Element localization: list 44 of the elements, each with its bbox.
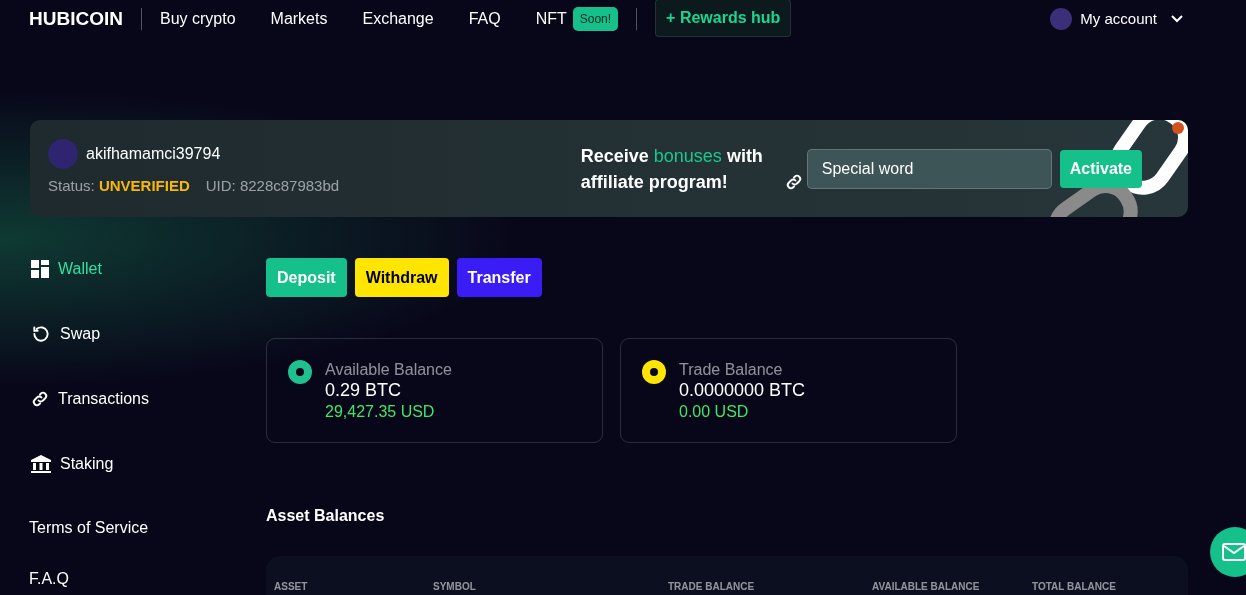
sidebar-item[interactable]: Transactions (31, 389, 266, 409)
chevron-down-icon (1171, 15, 1183, 23)
nav-link[interactable]: FAQ (468, 7, 501, 31)
avatar (1050, 8, 1073, 30)
balance-amount: 0.0000000 BTC (679, 380, 806, 401)
balance-label: Trade Balance (679, 360, 784, 380)
balance-label: Available Balance (325, 360, 452, 380)
username: akifhamamci39794 (86, 144, 221, 165)
sidebar-item[interactable]: Wallet (31, 259, 266, 279)
action-button[interactable]: Transfer (456, 258, 542, 297)
special-word-field[interactable]: Special word (806, 148, 1052, 189)
logo[interactable]: HUBICOIN (29, 4, 123, 34)
sidebar-item[interactable]: Swap (31, 324, 266, 344)
balance-usd: 29,427.35 USD (325, 402, 436, 422)
footer-link[interactable]: Terms of Service (29, 518, 266, 538)
verification-status: Status: UNVERIFIED (48, 176, 190, 197)
mail-icon (1222, 543, 1246, 561)
refresh-icon (31, 324, 51, 344)
balance-amount: 0.29 BTC (325, 380, 403, 401)
link-icon (784, 172, 803, 191)
nav-link[interactable]: Markets (270, 7, 328, 31)
grid-icon (31, 260, 49, 278)
nav-link[interactable]: Buy crypto (159, 7, 236, 31)
column-header[interactable]: SYMBOL (433, 579, 476, 594)
uid: UID: 8228c87983bd (205, 176, 340, 197)
balance-usd: 0.00 USD (679, 402, 750, 422)
column-header[interactable]: TOTAL BALANCE (1032, 579, 1116, 594)
rewards-hub-button[interactable]: + Rewards hub (655, 0, 792, 37)
promo-text: Receive bonuses with affiliate program! (580, 144, 764, 194)
soon-badge: Soon! (572, 7, 619, 31)
column-header[interactable]: TRADE BALANCE (668, 579, 755, 594)
avatar (48, 139, 78, 170)
bank-icon (31, 455, 51, 473)
column-header[interactable]: AVAILABLE BALANCE (872, 579, 980, 594)
footer-link[interactable]: F.A.Q (29, 569, 266, 589)
nav-link[interactable]: NFT (535, 7, 567, 31)
mail-button[interactable] (1210, 527, 1246, 577)
account-menu[interactable]: My account (1080, 7, 1157, 31)
sidebar-item[interactable]: Staking (31, 454, 266, 474)
section-title: Asset Balances (266, 506, 386, 526)
action-button[interactable]: Withdraw (354, 258, 449, 297)
nav-link[interactable]: Exchange (362, 7, 434, 31)
column-header[interactable]: ASSET (274, 579, 308, 594)
link-icon (31, 390, 49, 408)
